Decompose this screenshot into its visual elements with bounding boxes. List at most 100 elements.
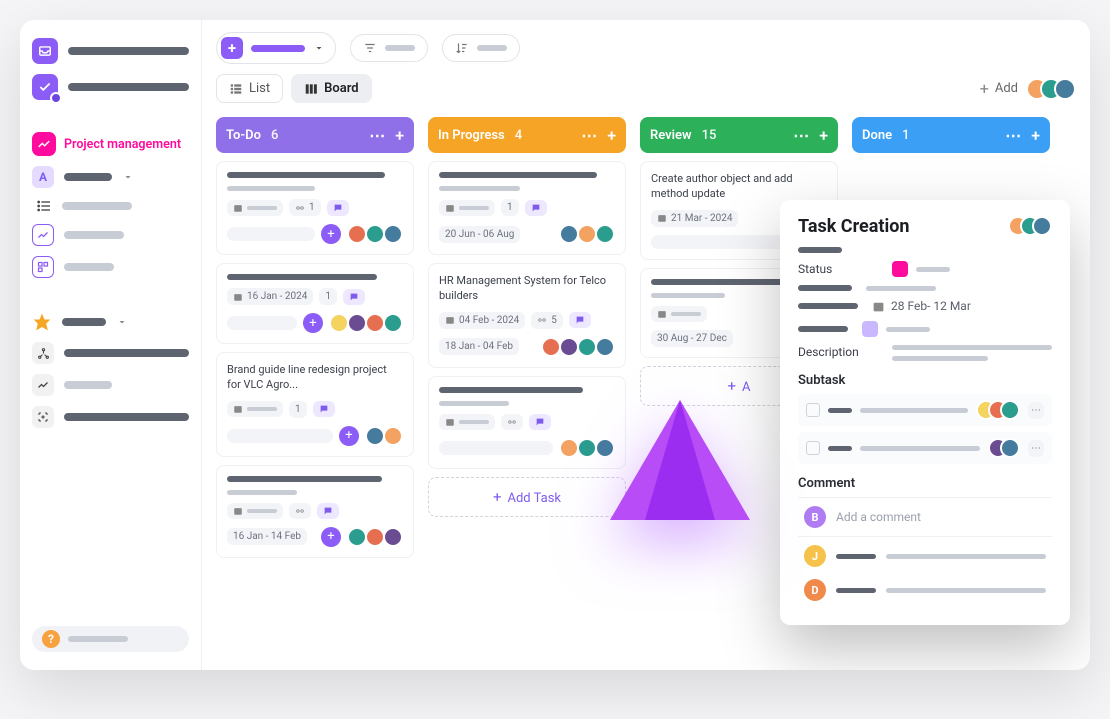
- task-card[interactable]: 16 Jan - 14 Feb +: [216, 465, 414, 558]
- sidebar-project-management[interactable]: Project management: [32, 132, 189, 156]
- view-board-button[interactable]: Board: [291, 74, 371, 103]
- task-card[interactable]: Brand guide line redesign project for VL…: [216, 352, 414, 457]
- add-members[interactable]: + Add: [980, 78, 1076, 100]
- comment-input[interactable]: B Add a comment: [798, 497, 1052, 537]
- column-header[interactable]: Done 1 ⋯+: [852, 117, 1050, 153]
- more-icon[interactable]: ⋯: [581, 126, 597, 145]
- app-window: Project management A: [20, 20, 1090, 670]
- sidebar-item-report[interactable]: [32, 374, 189, 396]
- avatar: [383, 313, 403, 333]
- sort-button[interactable]: [442, 34, 520, 62]
- plus-icon[interactable]: +: [1031, 126, 1040, 145]
- subtask-row[interactable]: ⋯: [798, 432, 1052, 464]
- column-header[interactable]: To-Do 6 ⋯+: [216, 117, 414, 153]
- comment-chip: [317, 503, 339, 519]
- sidebar-tasks[interactable]: [32, 74, 189, 100]
- plus-icon: +: [728, 377, 737, 395]
- sidebar-item-dash[interactable]: [32, 256, 189, 278]
- status-label: Status: [798, 262, 878, 276]
- task-card[interactable]: 16 Jan - 2024 1 +: [216, 263, 414, 344]
- more-icon[interactable]: ⋯: [1028, 440, 1044, 457]
- sidebar-item-label: [64, 413, 189, 421]
- plus-icon[interactable]: +: [607, 126, 616, 145]
- add-task-button[interactable]: +Add Task: [428, 477, 626, 517]
- sidebar-item-analytics[interactable]: [32, 224, 189, 246]
- plus-icon[interactable]: +: [819, 126, 828, 145]
- comment-placeholder: Add a comment: [836, 510, 921, 524]
- subtask-row[interactable]: ⋯: [798, 394, 1052, 426]
- link-chip: 5: [531, 312, 563, 329]
- comment-chip: [529, 414, 551, 430]
- view-switcher: List Board + Add: [216, 74, 1076, 103]
- avatar: [541, 337, 561, 357]
- chat-icon: [535, 417, 545, 427]
- avatar: [577, 438, 597, 458]
- filter-button[interactable]: [350, 34, 428, 62]
- daterange-chip: 16 Jan - 14 Feb: [227, 528, 307, 545]
- help-label: [68, 636, 128, 642]
- checkbox[interactable]: [806, 441, 820, 455]
- avatar: [577, 337, 597, 357]
- focus-icon: [32, 406, 54, 428]
- status-color: [892, 261, 908, 277]
- help-button[interactable]: ?: [32, 626, 189, 652]
- column-header[interactable]: In Progress 4 ⋯+: [428, 117, 626, 153]
- sidebar-favorites[interactable]: [32, 312, 189, 332]
- filter-icon: [363, 41, 377, 55]
- sidebar-item-label: [64, 349, 189, 357]
- link-chip: 1: [289, 401, 307, 418]
- task-card[interactable]: HR Management System for Telco builders …: [428, 263, 626, 368]
- daterange-chip: 20 Jun - 06 Aug: [439, 226, 520, 243]
- inbox-icon: [32, 38, 58, 64]
- avatar: [383, 527, 403, 547]
- link-chip: [501, 414, 523, 430]
- sidebar-item-settings[interactable]: [32, 406, 189, 428]
- sidebar-item-a[interactable]: A: [32, 166, 189, 188]
- avatar: [595, 337, 615, 357]
- calendar-icon: [657, 309, 667, 319]
- sort-icon: [455, 41, 469, 55]
- add-assignee-button[interactable]: +: [303, 313, 323, 333]
- new-button[interactable]: +: [216, 32, 336, 64]
- avatar: [577, 224, 597, 244]
- dashboard-icon: [32, 256, 54, 278]
- chat-icon: [323, 506, 333, 516]
- sidebar-item-team[interactable]: [32, 342, 189, 364]
- checkbox[interactable]: [806, 403, 820, 417]
- card-title: HR Management System for Telco builders: [439, 274, 615, 304]
- grid-icon: [229, 82, 243, 96]
- add-assignee-button[interactable]: +: [339, 426, 359, 446]
- more-icon[interactable]: ⋯: [1028, 402, 1044, 419]
- plus-icon: +: [221, 37, 243, 59]
- avatar: [365, 426, 385, 446]
- date-chip: [227, 200, 283, 216]
- field-label: [798, 326, 848, 332]
- task-card[interactable]: 1 +: [216, 161, 414, 255]
- more-icon[interactable]: ⋯: [793, 126, 809, 145]
- sidebar-item-label: [68, 47, 189, 55]
- description-label: Description: [798, 345, 878, 359]
- add-assignee-button[interactable]: +: [321, 527, 341, 547]
- new-label: [251, 45, 305, 52]
- task-card[interactable]: [428, 376, 626, 469]
- link-icon: [295, 506, 305, 516]
- sidebar-item-list[interactable]: [32, 198, 189, 214]
- sidebar-item-label: [64, 263, 114, 271]
- add-assignee-button[interactable]: +: [321, 224, 341, 244]
- check-icon: [32, 74, 58, 100]
- more-icon[interactable]: ⋯: [369, 126, 385, 145]
- column-count: 1: [902, 128, 909, 143]
- chevron-down-icon: [116, 316, 128, 328]
- chevron-down-icon: [122, 171, 134, 183]
- plus-icon[interactable]: +: [395, 126, 404, 145]
- date-chip: [439, 200, 495, 216]
- column-count: 6: [271, 128, 278, 143]
- chat-icon: [319, 404, 329, 414]
- calendar-icon: [445, 203, 455, 213]
- more-icon[interactable]: ⋯: [1005, 126, 1021, 145]
- view-list-button[interactable]: List: [216, 74, 283, 103]
- card-title: Create author object and add method upda…: [651, 172, 827, 202]
- column-header[interactable]: Review 15 ⋯+: [640, 117, 838, 153]
- task-card[interactable]: 1 20 Jun - 06 Aug: [428, 161, 626, 255]
- sidebar-home[interactable]: [32, 38, 189, 64]
